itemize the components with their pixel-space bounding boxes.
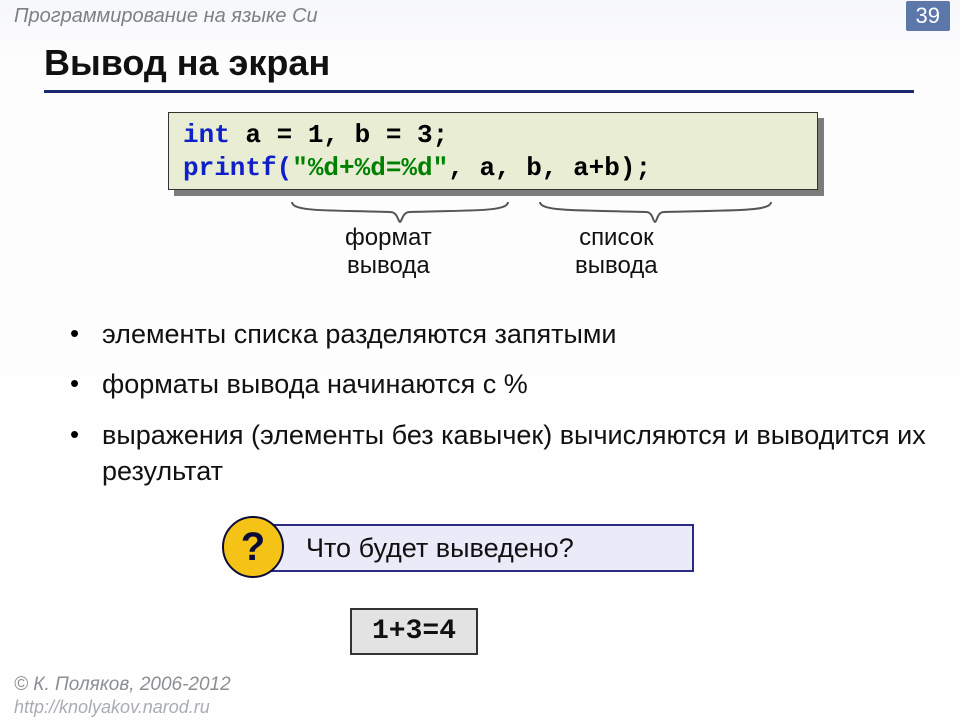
code-format-string: "%d+%d=%d" <box>292 153 448 183</box>
question-box: Что будет выведено? <box>254 524 694 572</box>
footer-url: http://knolyakov.narod.ru <box>14 697 210 718</box>
code-args: , a, b, a+b); <box>448 153 651 183</box>
label-format: формат вывода <box>345 224 432 279</box>
answer-box: 1+3=4 <box>350 608 478 655</box>
code-line1-rest: a = 1, b = 3; <box>230 120 448 150</box>
question-text: Что будет выведено? <box>306 533 574 564</box>
header-bar: Программирование на языке Си 39 <box>0 0 960 32</box>
code-block: int a = 1, b = 3; printf("%d+%d=%d", a, … <box>168 112 818 190</box>
slide-title: Вывод на экран <box>44 42 330 84</box>
code-box: int a = 1, b = 3; printf("%d+%d=%d", a, … <box>168 112 818 190</box>
header-subject: Программирование на языке Си <box>14 5 318 28</box>
list-item: элементы списка разделяются запятыми <box>70 316 960 352</box>
code-keyword-int: int <box>183 120 230 150</box>
page-number-badge: 39 <box>906 1 950 31</box>
title-underline <box>44 90 914 93</box>
footer-author: © К. Поляков, 2006-2012 <box>14 674 231 696</box>
question-mark-icon: ? <box>222 516 284 578</box>
underbrace-format-icon <box>290 200 510 224</box>
list-item: форматы вывода начинаются с % <box>70 366 960 402</box>
code-keyword-printf: printf( <box>183 153 292 183</box>
label-list: список вывода <box>575 224 658 279</box>
slide: Программирование на языке Си 39 Вывод на… <box>0 0 960 720</box>
bullet-list: элементы списка разделяются запятыми фор… <box>30 316 960 504</box>
list-item: выражения (элементы без кавычек) вычисля… <box>70 417 960 490</box>
underbrace-list-icon <box>538 200 773 224</box>
